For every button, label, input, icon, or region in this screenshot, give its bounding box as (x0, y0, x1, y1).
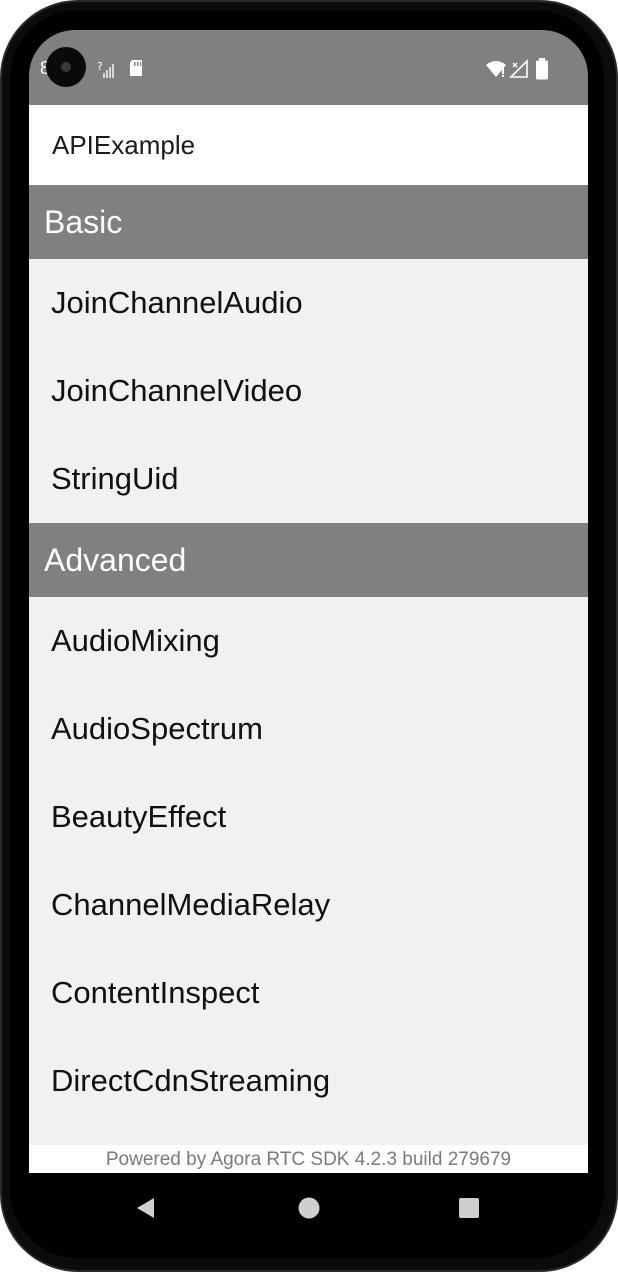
section-header-basic: Basic (29, 185, 588, 259)
footer-text: Powered by Agora RTC SDK 4.2.3 build 279… (105, 1149, 512, 1170)
list-item-direct-cdn-streaming[interactable]: DirectCdnStreaming (29, 1037, 588, 1125)
svg-text:?: ? (97, 60, 103, 73)
list-item-label: AudioSpectrum (51, 711, 263, 746)
home-icon[interactable] (297, 1196, 321, 1220)
sd-card-icon (130, 60, 142, 76)
recents-icon[interactable] (457, 1196, 481, 1220)
list-item-label: StringUid (51, 461, 179, 496)
list-item-beauty-effect[interactable]: BeautyEffect (29, 773, 588, 861)
example-list[interactable]: Basic JoinChannelAudio JoinChannelVideo … (29, 185, 588, 1145)
list-item-audio-mixing[interactable]: AudioMixing (29, 597, 588, 685)
wifi-icon (486, 61, 506, 77)
back-icon[interactable] (134, 1196, 158, 1220)
list-item-label: AudioMixing (51, 623, 220, 658)
signal-unknown-icon: ? (97, 60, 114, 78)
list-item-channel-media-relay[interactable]: ChannelMediaRelay (29, 861, 588, 949)
section-header-label: Advanced (44, 542, 187, 578)
camera-punch-hole (46, 47, 86, 87)
list-item-audio-spectrum[interactable]: AudioSpectrum (29, 685, 588, 773)
list-item-content-inspect[interactable]: ContentInspect (29, 949, 588, 1037)
status-bar: 8 ? (29, 30, 588, 105)
list-item-label: DirectCdnStreaming (51, 1063, 331, 1098)
section-header-advanced: Advanced (29, 523, 588, 597)
list-item-label: JoinChannelVideo (51, 373, 303, 408)
app-title: APIExample (52, 130, 196, 160)
app-bar: APIExample (29, 105, 588, 185)
list-item-label: JoinChannelAudio (51, 285, 303, 320)
sdk-version-footer: Powered by Agora RTC SDK 4.2.3 build 279… (29, 1145, 588, 1173)
list-item-join-channel-video[interactable]: JoinChannelVideo (29, 347, 588, 435)
device-screen: 8 ? APIExample Basic JoinChannelAudio Jo… (29, 30, 588, 1242)
list-item-string-uid[interactable]: StringUid (29, 435, 588, 523)
navigation-bar (29, 1173, 588, 1242)
list-item-label: ChannelMediaRelay (51, 887, 331, 922)
list-item-join-channel-audio[interactable]: JoinChannelAudio (29, 259, 588, 347)
phone-frame: 8 ? APIExample Basic JoinChannelAudio Jo… (0, 0, 618, 1272)
section-header-label: Basic (44, 204, 123, 240)
cell-signal-icon (509, 59, 528, 78)
list-item-label: BeautyEffect (51, 799, 227, 834)
list-item-label: ContentInspect (51, 975, 260, 1010)
battery-icon (536, 58, 548, 80)
